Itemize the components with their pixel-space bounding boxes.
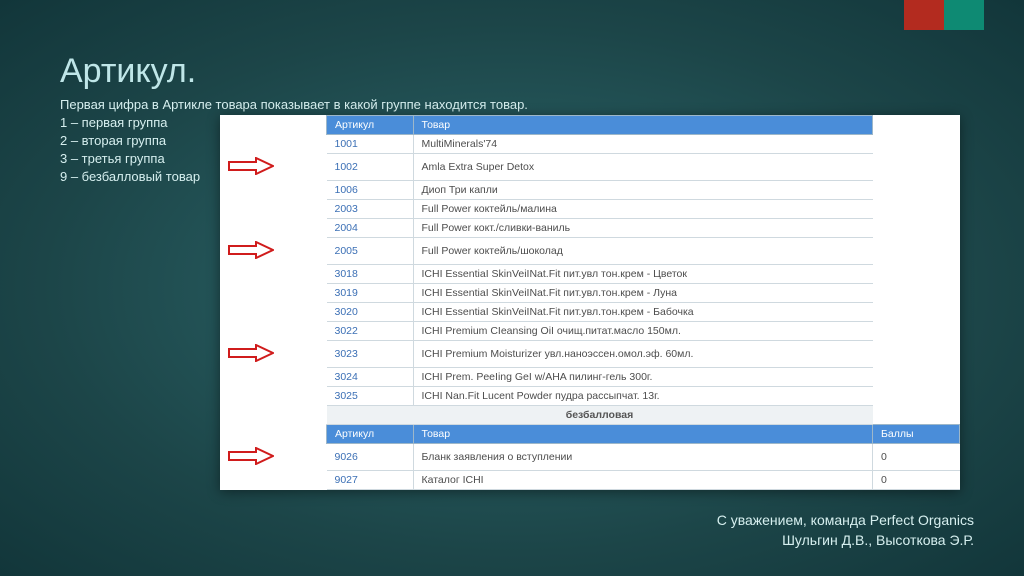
arrow-icon	[228, 344, 274, 362]
col-header-name: Товар	[413, 116, 873, 135]
cell-art: 2005	[327, 238, 414, 265]
cell-art: 9026	[327, 444, 414, 471]
article-table-figure: АртикулТовар1001MultiMinerals'741002Amla…	[220, 115, 960, 490]
arrow-icon	[228, 241, 274, 259]
group-line-1: 1 – первая группа	[60, 115, 167, 130]
cell-name: Бланк заявления о вступлении	[413, 444, 873, 471]
table-row: 3020ICHI EssentiaI SkinVeiINat.Fit пит.у…	[220, 303, 960, 322]
group-line-2: 2 – вторая группа	[60, 133, 166, 148]
article-table: АртикулТовар1001MultiMinerals'741002Amla…	[220, 115, 960, 490]
cell-art: 2003	[327, 200, 414, 219]
cell-art: 2004	[327, 219, 414, 238]
cell-name: ICHI Premium CIeansing OiI очищ.питат.ма…	[413, 322, 873, 341]
accent-bar-red	[904, 0, 944, 30]
table-row: 3024ICHI Prem. PeeIing GeI w/AHA пилинг-…	[220, 368, 960, 387]
col-header-art-2: Артикул	[327, 425, 414, 444]
cell-art: 1006	[327, 181, 414, 200]
cell-art: 3025	[327, 387, 414, 406]
table-row: 2004Full Power кокт./сливки-ваниль	[220, 219, 960, 238]
col-header-art: Артикул	[327, 116, 414, 135]
table-row: 3018ICHI EssentiaI SkinVeiINat.Fit пит.у…	[220, 265, 960, 284]
table-row: 1001MultiMinerals'74	[220, 135, 960, 154]
accent-bar-green	[944, 0, 984, 30]
cell-name: ICHI EssentiaI SkinVeiINat.Fit пит.увл.т…	[413, 303, 873, 322]
subtitle-text: Первая цифра в Артикле товара показывает…	[60, 97, 528, 112]
cell-art: 3022	[327, 322, 414, 341]
cell-name: ICHI Nan.Fit Lucent Powder пудра рассыпч…	[413, 387, 873, 406]
table-row: 9027Каталог ICHI0	[220, 471, 960, 490]
cell-name: Amla Extra Super Detox	[413, 154, 873, 181]
cell-art: 1002	[327, 154, 414, 181]
cell-art: 1001	[327, 135, 414, 154]
table-row: 9026Бланк заявления о вступлении0	[220, 444, 960, 471]
subhead: безбалловая	[327, 406, 873, 425]
cell-name: ICHI EssentiaI SkinVeiINat.Fit пит.увл.т…	[413, 284, 873, 303]
footer-line-2: Шульгин Д.В., Высоткова Э.Р.	[782, 532, 974, 548]
table-row: 2005Full Power коктейль/шоколад	[220, 238, 960, 265]
table-row: 3022ICHI Premium CIeansing OiI очищ.пита…	[220, 322, 960, 341]
cell-art: 3019	[327, 284, 414, 303]
cell-name: Диоп Три капли	[413, 181, 873, 200]
table-row: 1006Диоп Три капли	[220, 181, 960, 200]
cell-name: ICHI Premium Moisturizer увл.наноэссен.о…	[413, 341, 873, 368]
table-row: 3019ICHI EssentiaI SkinVeiINat.Fit пит.у…	[220, 284, 960, 303]
cell-art: 3020	[327, 303, 414, 322]
cell-points: 0	[873, 444, 960, 471]
table-row: 3023ICHI Premium Moisturizer увл.наноэсс…	[220, 341, 960, 368]
cell-name: ICHI Prem. PeeIing GeI w/AHA пилинг-гель…	[413, 368, 873, 387]
cell-art: 9027	[327, 471, 414, 490]
arrow-icon	[228, 447, 274, 465]
footer-credits: С уважением, команда Perfect Organics Шу…	[717, 510, 974, 550]
cell-points: 0	[873, 471, 960, 490]
cell-name: MultiMinerals'74	[413, 135, 873, 154]
group-line-3: 3 – третья группа	[60, 151, 165, 166]
table-row: 2003Full Power коктейль/малина	[220, 200, 960, 219]
cell-art: 3023	[327, 341, 414, 368]
slide-title: Артикул.	[60, 52, 196, 91]
cell-art: 3024	[327, 368, 414, 387]
cell-name: ICHI EssentiaI SkinVeiINat.Fit пит.увл т…	[413, 265, 873, 284]
footer-line-1: С уважением, команда Perfect Organics	[717, 512, 974, 528]
col-header-name-2: Товар	[413, 425, 873, 444]
cell-name: Каталог ICHI	[413, 471, 873, 490]
cell-art: 3018	[327, 265, 414, 284]
cell-name: Full Power коктейль/малина	[413, 200, 873, 219]
arrow-icon	[228, 157, 274, 175]
cell-name: Full Power кокт./сливки-ваниль	[413, 219, 873, 238]
cell-name: Full Power коктейль/шоколад	[413, 238, 873, 265]
table-row: 3025ICHI Nan.Fit Lucent Powder пудра рас…	[220, 387, 960, 406]
col-header-points: Баллы	[873, 425, 960, 444]
group-line-9: 9 – безбалловый товар	[60, 169, 200, 184]
table-row: 1002Amla Extra Super Detox	[220, 154, 960, 181]
